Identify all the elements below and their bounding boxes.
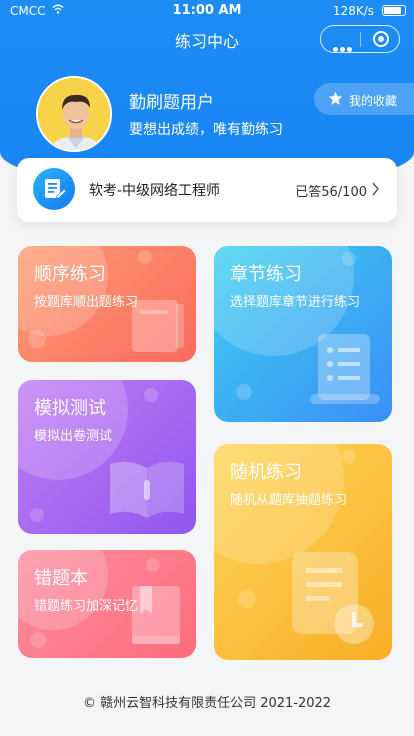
capsule-divider: [360, 32, 361, 47]
document-clock-icon: [292, 552, 374, 644]
my-favorites-button[interactable]: 我的收藏: [314, 83, 414, 115]
sequential-practice-card[interactable]: 顺序练习 按题库顺出题练习: [18, 246, 196, 362]
copyright-footer: © 赣州云智科技有限责任公司 2021-2022: [82, 696, 332, 711]
card-subtitle: 选择题库章节进行练习: [230, 295, 361, 310]
more-icon[interactable]: [333, 37, 354, 56]
card-title: 错题本: [34, 568, 88, 589]
bookmark-book-icon: [132, 586, 180, 644]
practice-center-page: CMCC 11:00 AM 128K/s 练习中心 勤刷题用户 要想出成绩，唯有…: [0, 0, 414, 736]
card-subtitle: 模拟出卷测试: [34, 429, 113, 444]
my-favorites-label: 我的收藏: [349, 94, 398, 108]
card-title: 随机练习: [230, 462, 302, 483]
close-target-icon[interactable]: [373, 31, 389, 47]
status-bar: CMCC 11:00 AM 128K/s: [0, 0, 414, 22]
network-speed: 128K/s: [332, 4, 374, 18]
star-icon: [328, 91, 343, 105]
open-book-icon: [110, 461, 184, 518]
mini-program-capsule[interactable]: [320, 25, 400, 53]
card-subtitle: 按题库顺出题练习: [34, 295, 139, 310]
mock-test-card[interactable]: 模拟测试 模拟出卷测试: [18, 380, 196, 534]
book-icon: [132, 300, 184, 352]
edit-document-icon: [33, 168, 75, 210]
scroll-list-icon: [310, 334, 380, 404]
user-motto: 要想出成绩，唯有勤练习: [129, 122, 283, 138]
chapter-practice-card[interactable]: 章节练习 选择题库章节进行练习: [214, 246, 392, 422]
course-name: 软考-中级网络工程师: [89, 183, 221, 199]
card-subtitle: 错题练习加深记忆: [34, 599, 139, 614]
card-title: 顺序练习: [34, 264, 106, 285]
current-course-card[interactable]: 软考-中级网络工程师 已答56/100: [17, 158, 397, 222]
user-name: 勤刷题用户: [129, 93, 214, 113]
course-progress: 已答56/100: [295, 185, 367, 200]
card-subtitle: 随机从题库抽题练习: [230, 493, 348, 508]
wrong-questions-card[interactable]: 错题本 错题练习加深记忆: [18, 550, 196, 658]
avatar-person-icon: [38, 78, 110, 150]
card-title: 模拟测试: [34, 398, 106, 419]
avatar[interactable]: [36, 76, 112, 152]
random-practice-card[interactable]: 随机练习 随机从题库抽题练习: [214, 444, 392, 660]
card-title: 章节练习: [230, 264, 302, 285]
battery-icon: [382, 5, 406, 16]
chevron-right-icon: [372, 182, 379, 196]
